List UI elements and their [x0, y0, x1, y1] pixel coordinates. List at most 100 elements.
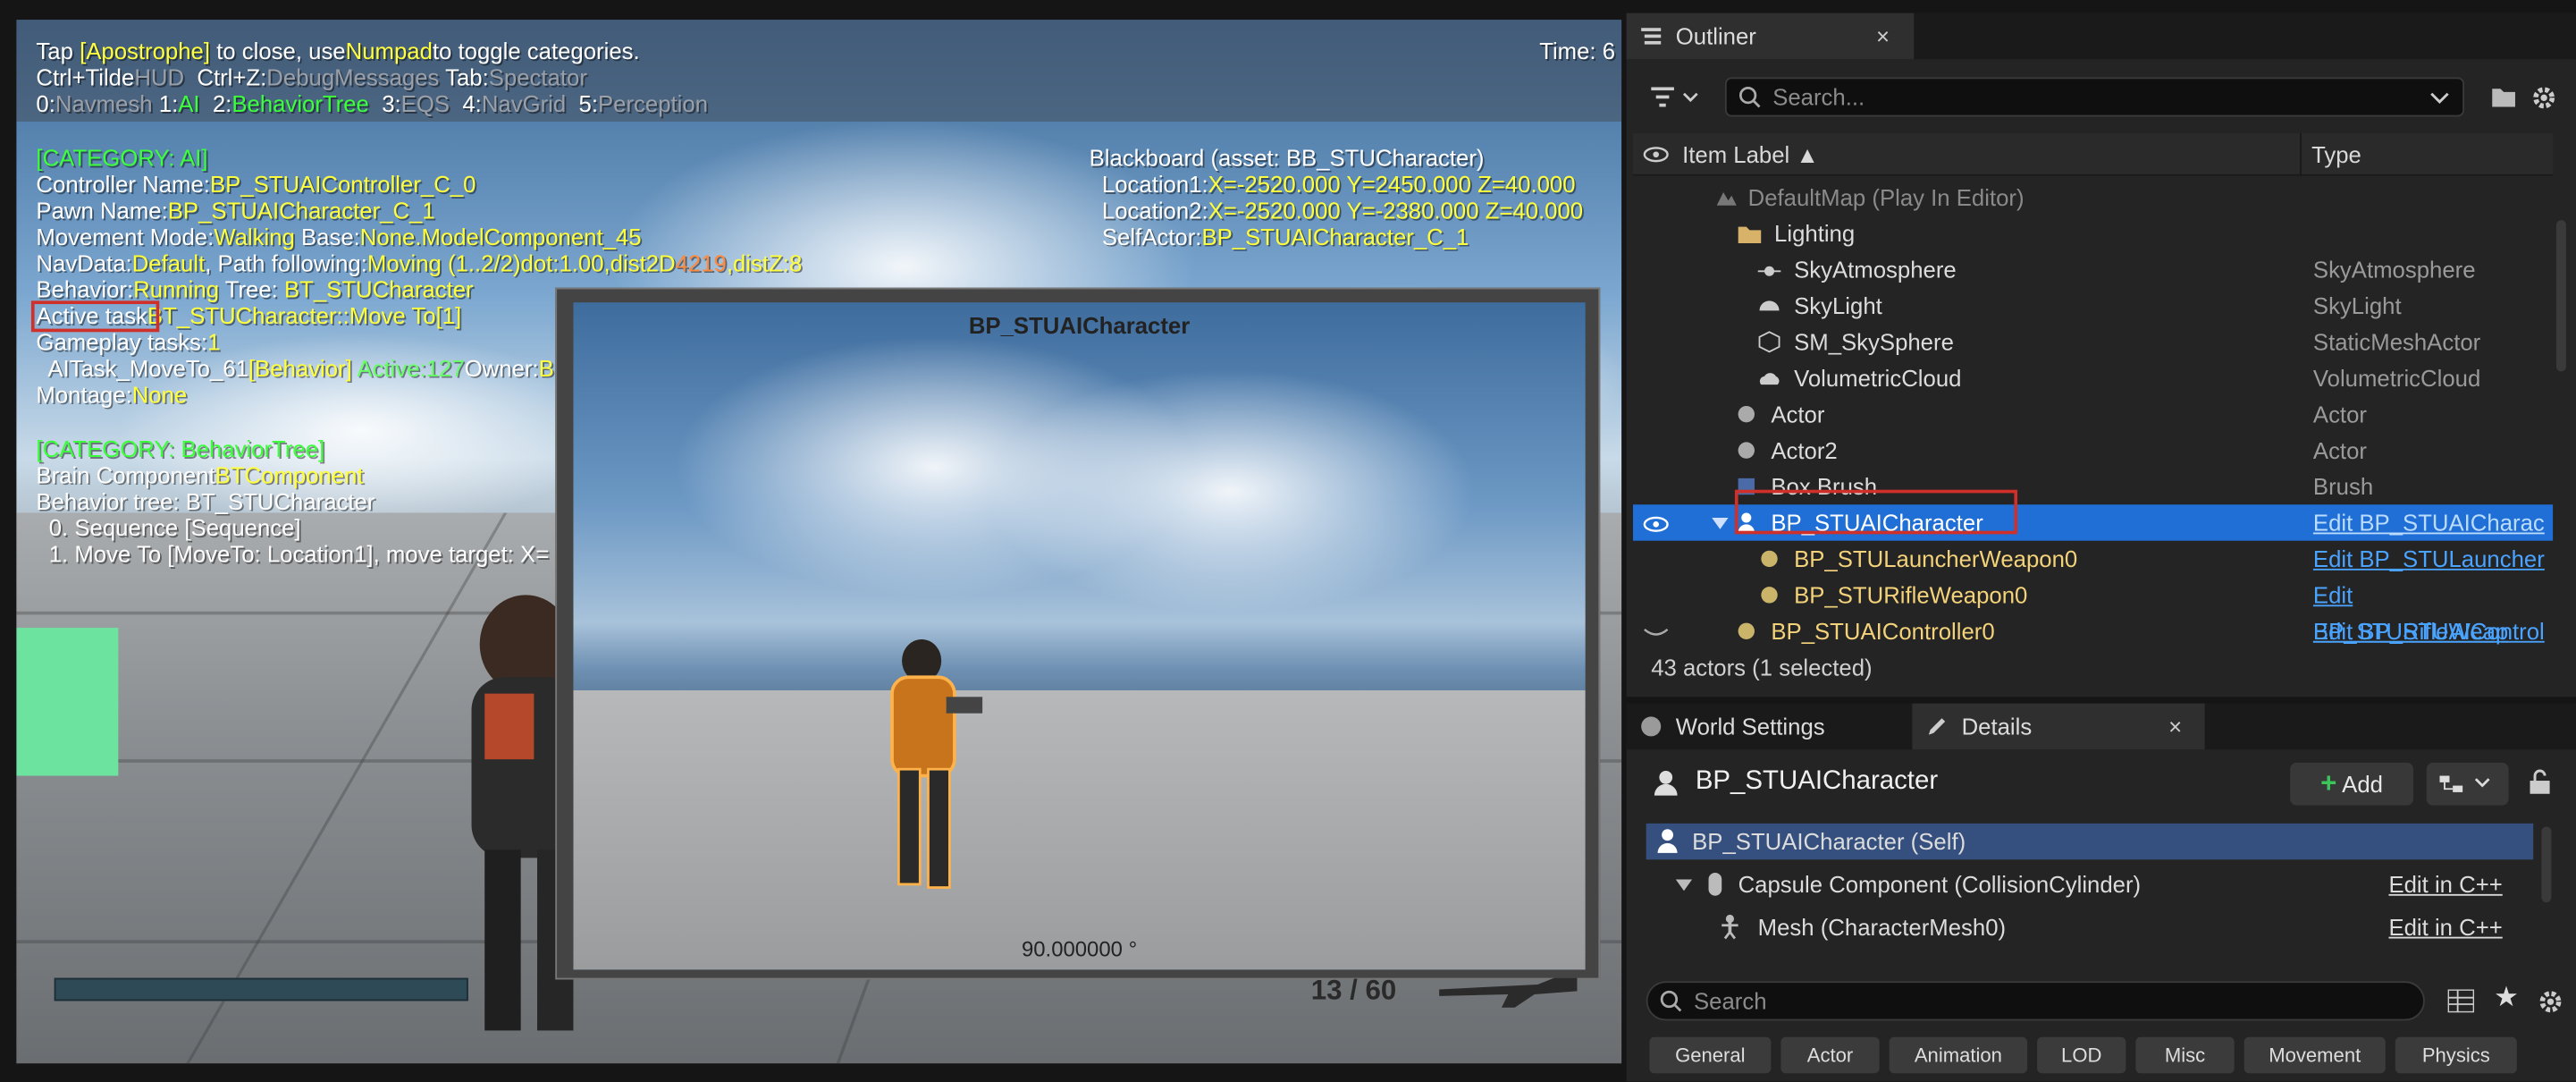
hud-blackboard: Blackboard (asset: BB_STUCharacter) [1089, 144, 1485, 172]
hud-time: Time: 6 [1539, 38, 1616, 64]
weapon-actor-icon [1761, 550, 1778, 568]
favorite-star-icon[interactable]: ★ [2494, 981, 2519, 1014]
search-placeholder: Search... [1772, 83, 1865, 111]
details-tab-bar: World Settings Details × [1626, 703, 2576, 750]
outliner-status: 43 actors (1 selected) [1651, 654, 1873, 680]
health-bar [54, 977, 468, 1002]
selected-actor-highlight [1734, 489, 2018, 535]
pip-floor [573, 689, 1586, 970]
active-task-highlight [30, 300, 160, 333]
tree-row[interactable]: Actor Actor [1633, 396, 2553, 432]
tree-row[interactable]: SkyLight SkyLight [1633, 288, 2553, 324]
search-icon [1660, 990, 1682, 1012]
gear-icon[interactable] [2537, 988, 2564, 1016]
tree-row[interactable]: Actor2 Actor [1633, 432, 2553, 468]
details-scrollbar[interactable] [2541, 826, 2552, 903]
visibility-eye-icon[interactable] [1643, 147, 1669, 163]
add-folder-icon[interactable] [2490, 86, 2516, 109]
tree-row[interactable]: VolumetricCloud VolumetricCloud [1633, 360, 2553, 396]
outliner-panel: Outliner × Search... Item Label ▲ Type D… [1626, 13, 2576, 697]
edit-in-cpp-link[interactable]: Edit in C++ [2388, 866, 2502, 902]
filter-lod-button[interactable]: LOD [2037, 1036, 2126, 1074]
actor-sphere-icon [1738, 442, 1755, 459]
hud-location1: Location1:X=-2520.000 Y=2450.000 Z=40.00… [1089, 171, 1576, 198]
green-block [16, 628, 119, 776]
sky-atmosphere-icon [1757, 266, 1781, 276]
filter-actor-button[interactable]: Actor [1780, 1036, 1880, 1074]
ai-character-figure [890, 638, 983, 889]
type-column[interactable]: Type [2300, 132, 2361, 176]
actor-sphere-icon [1738, 405, 1755, 423]
close-icon[interactable]: × [2168, 704, 2182, 749]
hud-navdata: NavData:Default, Path following:Moving (… [36, 249, 803, 276]
filter-movement-button[interactable]: Movement [2243, 1036, 2386, 1074]
plus-icon: + [2320, 767, 2337, 799]
filter-misc-button[interactable]: Misc [2135, 1036, 2235, 1074]
visibility-eye-icon[interactable] [1643, 516, 1669, 532]
hud-behavior: Behavior:Running Tree: BT_STUCharacter [36, 275, 474, 303]
hud-brain-component: Brain ComponentBTComponent [36, 461, 364, 488]
blueprint-options-button[interactable] [2426, 762, 2509, 806]
details-search-input[interactable]: Search [1646, 981, 2425, 1021]
tree-row[interactable]: SM_SkySphere StaticMeshActor [1633, 324, 2553, 359]
map-icon [1716, 192, 1737, 206]
details-panel: World Settings Details × BP_STUAICharact… [1626, 703, 2576, 1082]
tab-outliner-label: Outliner [1675, 22, 1756, 50]
hud-category-behaviortree: [CATEGORY: BehaviorTree] [36, 435, 325, 462]
hud-bt-node-0: 0. Sequence [Sequence] [36, 514, 301, 541]
game-viewport[interactable]: Tap [Apostrophe] to close, useNumpadto t… [16, 20, 1622, 1064]
filter-general-button[interactable]: General [1649, 1036, 1772, 1074]
hud-ai-task: AITask_MoveTo_61[Behavior] Active:127Own… [36, 355, 554, 382]
details-actor-name: BP_STUAICharacter [1695, 767, 1939, 796]
hud-help-line: Tap [Apostrophe] to close, useNumpadto t… [36, 38, 640, 64]
capsule-icon [1708, 872, 1722, 896]
expand-arrow-icon[interactable] [1712, 517, 1729, 529]
item-label-column[interactable]: Item Label ▲ [1682, 133, 1819, 176]
component-capsule[interactable]: Capsule Component (CollisionCylinder) Ed… [1646, 866, 2534, 902]
lock-icon[interactable] [2529, 769, 2552, 795]
gear-icon[interactable] [2530, 84, 2558, 112]
cloud-icon [1759, 373, 1780, 385]
tab-details[interactable]: Details [1912, 703, 2205, 750]
tree-row[interactable]: BP_STURifleWeapon0 Edit BP_STURifleWeap [1633, 577, 2553, 644]
character-icon [1654, 771, 1678, 796]
tree-row[interactable]: BP_STULauncherWeapon0 Edit BP_STULaunche… [1633, 541, 2553, 577]
hud-gameplay-tasks: Gameplay tasks:1 [36, 328, 221, 356]
hud-movement-mode: Movement Mode:Walking Base:None.ModelCom… [36, 223, 642, 250]
edit-in-cpp-link[interactable]: Edit in C++ [2388, 909, 2502, 944]
outliner-search-input[interactable]: Search... [1724, 77, 2464, 117]
pip-title: BP_STUAICharacter [968, 312, 1191, 339]
filter-physics-button[interactable]: Physics [2395, 1036, 2517, 1074]
hud-behavior-tree: Behavior tree: BT_STUCharacter [36, 487, 375, 515]
chevron-down-icon[interactable] [2429, 92, 2449, 106]
skeleton-icon [1722, 914, 1738, 940]
tab-outliner[interactable]: Outliner [1626, 13, 1915, 60]
hud-pawn-name: Pawn Name:BP_STUAICharacter_C_1 [36, 197, 435, 224]
outliner-scrollbar[interactable] [2555, 220, 2566, 372]
tree-row[interactable]: DefaultMap (Play In Editor) [1633, 179, 2553, 215]
outliner-tab-bar: Outliner × [1626, 13, 2576, 60]
table-view-icon[interactable] [2447, 989, 2475, 1013]
blueprint-options-icon [2439, 775, 2490, 792]
filter-animation-button[interactable]: Animation [1889, 1036, 2028, 1074]
search-icon [1738, 86, 1761, 108]
tree-row[interactable]: SkyAtmosphere SkyAtmosphere [1633, 251, 2553, 287]
filter-icon[interactable] [1651, 87, 1700, 110]
component-self[interactable]: BP_STUAICharacter (Self) [1646, 823, 2534, 860]
outliner-column-header: Item Label ▲ Type [1632, 132, 2554, 176]
tree-row[interactable]: Lighting [1633, 216, 2553, 251]
expand-arrow-icon[interactable] [1675, 879, 1693, 892]
character-icon [1657, 829, 1678, 853]
tab-world-settings[interactable]: World Settings [1627, 704, 1906, 749]
component-mesh[interactable]: Mesh (CharacterMesh0) Edit in C++ [1646, 909, 2534, 944]
hud-category-ai: [CATEGORY: AI] [36, 144, 208, 172]
hud-location2: Location2:X=-2520.000 Y=-2380.000 Z=40.0… [1089, 197, 1584, 224]
hidden-eye-icon[interactable] [1643, 626, 1669, 639]
add-component-button[interactable]: + Add [2290, 762, 2414, 806]
close-icon[interactable]: × [1876, 13, 1890, 59]
hud-category-line: 0:Navmesh 1:AI 2:BehaviorTree 3:EQS 4:Na… [36, 90, 709, 117]
hud-montage: Montage:None [36, 381, 188, 408]
tree-row[interactable]: BP_STUAIController0 Edit BP_STUAIControl [1633, 613, 2553, 649]
hud-self-actor: SelfActor:BP_STUAICharacter_C_1 [1089, 223, 1469, 250]
hud-controller-name: Controller Name:BP_STUAIController_C_0 [36, 171, 476, 198]
